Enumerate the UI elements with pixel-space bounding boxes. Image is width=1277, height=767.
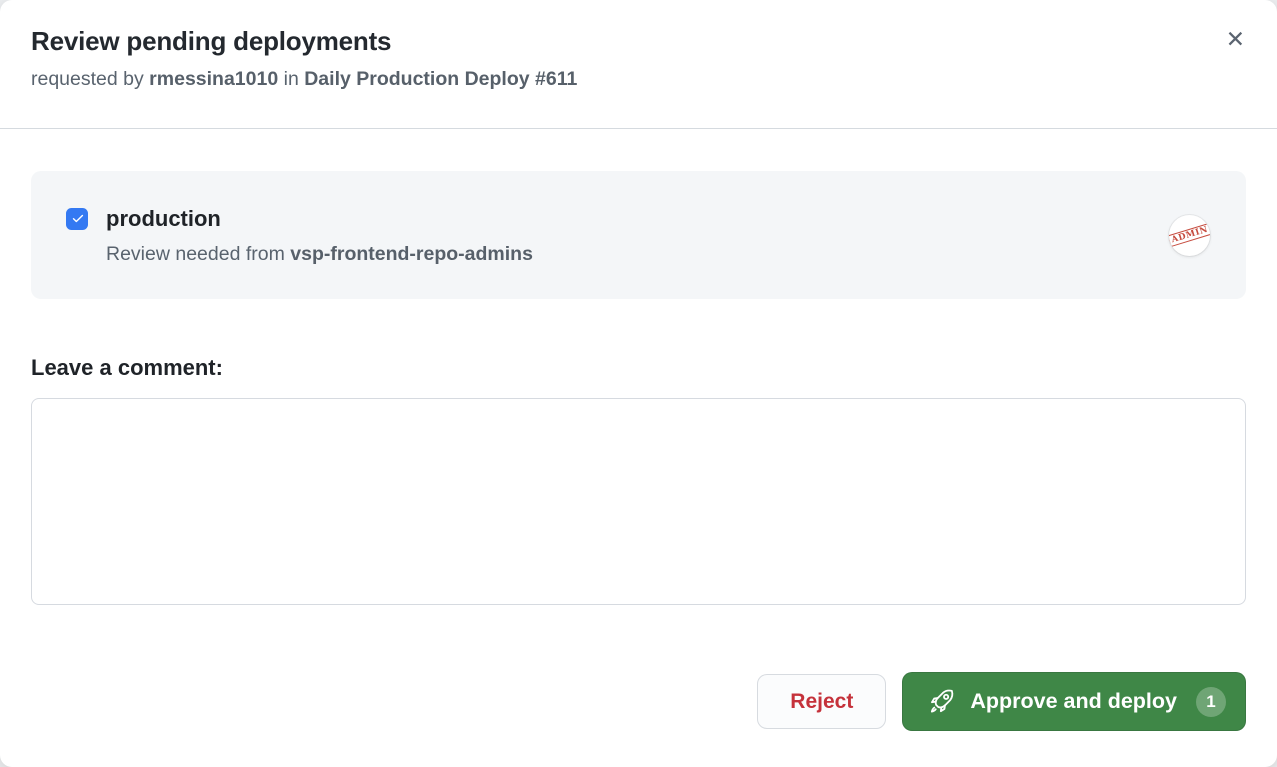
subtitle-middle: in bbox=[278, 68, 304, 90]
rocket-icon bbox=[928, 688, 955, 715]
environment-card: production Review needed from vsp-fronte… bbox=[31, 171, 1246, 299]
modal-subtitle: requested by rmessina1010 in Daily Produ… bbox=[31, 68, 1245, 91]
review-team-name: vsp-frontend-repo-admins bbox=[290, 243, 533, 265]
review-needed-text: Review needed from vsp-frontend-repo-adm… bbox=[106, 242, 533, 266]
reject-button[interactable]: Reject bbox=[757, 674, 886, 729]
deploy-count-badge: 1 bbox=[1196, 687, 1226, 717]
requester-name: rmessina1010 bbox=[149, 68, 278, 90]
subtitle-prefix: requested by bbox=[31, 68, 149, 90]
workflow-run-name: Daily Production Deploy #611 bbox=[304, 68, 577, 90]
modal-body: production Review needed from vsp-fronte… bbox=[0, 171, 1277, 731]
comment-label: Leave a comment: bbox=[31, 355, 1246, 381]
review-deployments-modal: Review pending deployments requested by … bbox=[0, 0, 1277, 767]
environment-name: production bbox=[106, 205, 533, 233]
close-icon: ✕ bbox=[1226, 26, 1245, 52]
checkmark-icon bbox=[70, 211, 85, 226]
comment-textarea[interactable] bbox=[31, 398, 1246, 605]
modal-header: Review pending deployments requested by … bbox=[0, 0, 1277, 129]
approve-label: Approve and deploy bbox=[970, 689, 1177, 714]
environment-row: production Review needed from vsp-fronte… bbox=[66, 205, 533, 266]
environment-checkbox[interactable] bbox=[66, 208, 88, 230]
environment-text: production Review needed from vsp-fronte… bbox=[106, 205, 533, 266]
admin-stamp: ADMIN bbox=[1169, 223, 1210, 247]
review-prefix: Review needed from bbox=[106, 243, 290, 265]
close-button[interactable]: ✕ bbox=[1220, 22, 1251, 57]
reviewer-avatar: ADMIN bbox=[1169, 215, 1210, 256]
modal-footer: Reject Approve and deploy 1 bbox=[31, 672, 1246, 731]
approve-and-deploy-button[interactable]: Approve and deploy 1 bbox=[902, 672, 1246, 731]
modal-title: Review pending deployments bbox=[31, 26, 1245, 57]
